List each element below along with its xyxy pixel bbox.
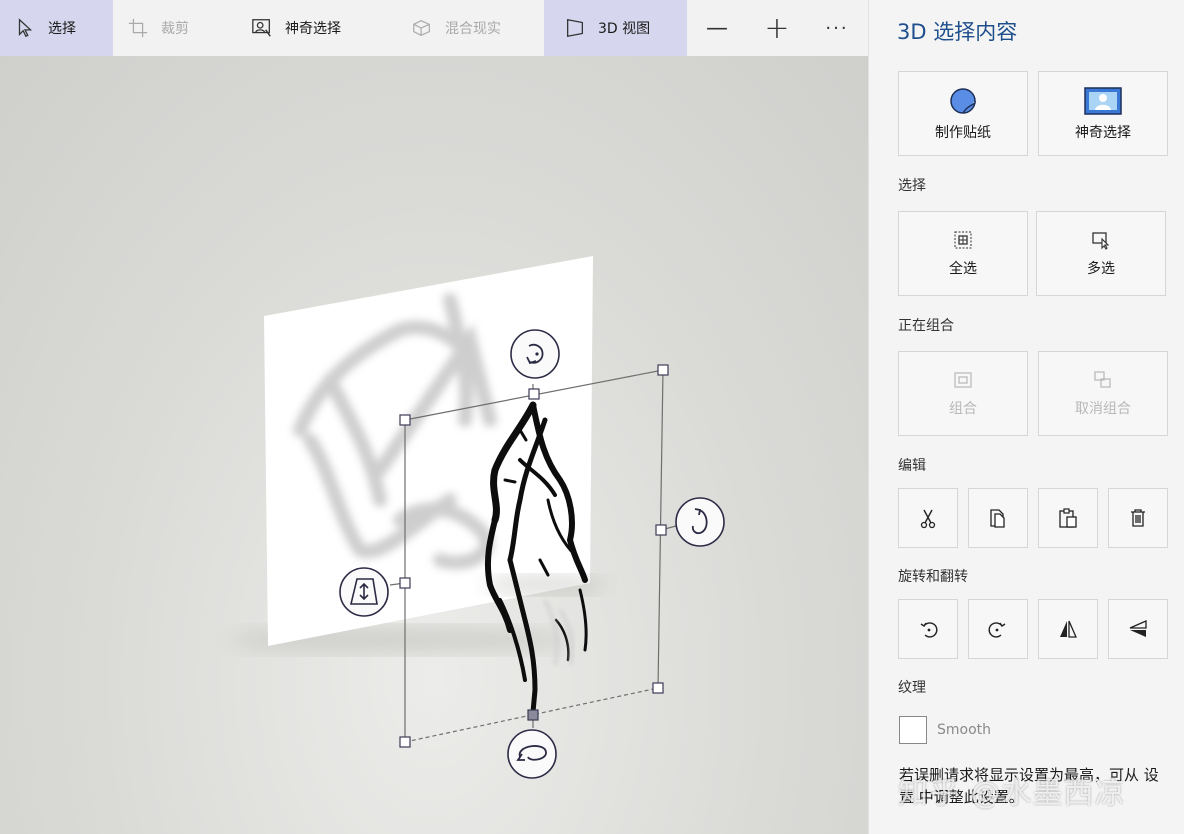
tool-select[interactable]: 选择	[0, 0, 113, 56]
smooth-option[interactable]: Smooth	[899, 716, 991, 744]
zoom-out-button[interactable]: —	[687, 0, 747, 56]
delete-button[interactable]	[1108, 488, 1168, 548]
rotate-right-button[interactable]	[968, 599, 1028, 659]
view-3d-icon	[567, 18, 583, 38]
make-sticker-button[interactable]: 制作贴纸	[898, 71, 1028, 156]
rotate-flip-section-label: 旋转和翻转	[898, 569, 968, 585]
cursor-icon	[18, 18, 33, 38]
rotate-y-handle[interactable]	[507, 729, 557, 779]
crop-icon	[128, 18, 148, 38]
tool-crop[interactable]: 裁剪	[113, 0, 227, 56]
magic-select-label: 神奇选择	[1075, 124, 1131, 141]
flip-horizontal-button[interactable]	[1038, 599, 1098, 659]
rotate-left-button[interactable]	[898, 599, 958, 659]
tool-select-label: 选择	[48, 21, 76, 37]
copy-icon	[990, 509, 1005, 528]
paste-icon	[1059, 508, 1077, 528]
toolbar: 选择 裁剪 神奇选择 混合现实 3D 视图 — + ···	[0, 0, 868, 56]
resize-handle-bottom-right[interactable]	[652, 682, 664, 694]
tool-magic-select-label: 神奇选择	[285, 21, 341, 37]
copy-button[interactable]	[968, 488, 1028, 548]
edit-section-label: 编辑	[898, 458, 926, 474]
tool-crop-label: 裁剪	[161, 21, 189, 37]
multi-select-button[interactable]: 多选	[1036, 211, 1166, 296]
watermark: 知乎 @水墨西凉	[898, 776, 1126, 811]
smooth-checkbox[interactable]	[899, 716, 927, 744]
zoom-in-button[interactable]: +	[747, 0, 807, 56]
resize-handle-top-right[interactable]	[657, 364, 669, 376]
more-icon: ···	[825, 17, 849, 39]
zoom-out-icon: —	[706, 15, 728, 41]
magic-select-icon	[252, 19, 271, 37]
mixed-reality-icon	[413, 20, 430, 36]
push-depth-handle[interactable]	[339, 567, 389, 617]
ungroup-label: 取消组合	[1075, 400, 1131, 417]
texture-section-label: 纹理	[898, 680, 926, 696]
flip-vertical-icon	[1129, 620, 1147, 637]
resize-handle-bottom-left[interactable]	[399, 736, 411, 748]
flip-vertical-button[interactable]	[1108, 599, 1168, 659]
trash-icon	[1131, 509, 1145, 527]
group-label: 组合	[949, 400, 977, 417]
cut-button[interactable]	[898, 488, 958, 548]
resize-handle-bottom[interactable]	[527, 709, 539, 721]
magic-select-icon	[1084, 86, 1122, 115]
resize-handle-top[interactable]	[528, 388, 540, 400]
properties-panel: 3D 选择内容 制作贴纸 神奇选择 选择 全选 多选 正在组合 组合 取消组合 …	[868, 0, 1184, 834]
group-button[interactable]: 组合	[898, 351, 1028, 436]
ungroup-button[interactable]: 取消组合	[1038, 351, 1168, 436]
resize-handle-left[interactable]	[399, 577, 411, 589]
resize-handle-right[interactable]	[655, 524, 667, 536]
more-button[interactable]: ···	[807, 0, 867, 56]
magic-select-button[interactable]: 神奇选择	[1038, 71, 1168, 156]
tool-magic-select[interactable]: 神奇选择	[227, 0, 381, 56]
multi-select-label: 多选	[1087, 260, 1115, 277]
panel-title: 3D 选择内容	[897, 20, 1018, 44]
select-all-label: 全选	[949, 260, 977, 277]
rotate-z-handle[interactable]	[510, 329, 560, 379]
scene	[230, 256, 725, 779]
tool-3d-view-label: 3D 视图	[598, 21, 651, 37]
tool-mixed-reality[interactable]: 混合现实	[381, 0, 544, 56]
scissors-icon	[920, 509, 936, 529]
ungroup-icon	[1094, 370, 1111, 388]
rotate-right-icon	[988, 622, 1006, 638]
make-sticker-label: 制作贴纸	[935, 124, 991, 141]
multi-select-icon	[1092, 231, 1110, 250]
select-all-icon	[954, 231, 972, 248]
paste-button[interactable]	[1038, 488, 1098, 548]
rotate-x-handle[interactable]	[675, 497, 725, 547]
zoom-in-icon: +	[764, 10, 790, 46]
group-icon	[954, 371, 972, 388]
sticker-icon	[950, 87, 976, 114]
tool-mixed-reality-label: 混合现实	[445, 21, 501, 37]
flip-horizontal-icon	[1060, 620, 1077, 638]
canvas-3d[interactable]	[0, 56, 868, 834]
resize-handle-top-left[interactable]	[399, 414, 411, 426]
select-all-button[interactable]: 全选	[898, 211, 1028, 296]
group-section-label: 正在组合	[898, 318, 954, 334]
rotate-left-icon	[920, 622, 938, 638]
select-section-label: 选择	[898, 178, 926, 194]
tool-3d-view[interactable]: 3D 视图	[544, 0, 687, 56]
smooth-label: Smooth	[937, 722, 992, 738]
